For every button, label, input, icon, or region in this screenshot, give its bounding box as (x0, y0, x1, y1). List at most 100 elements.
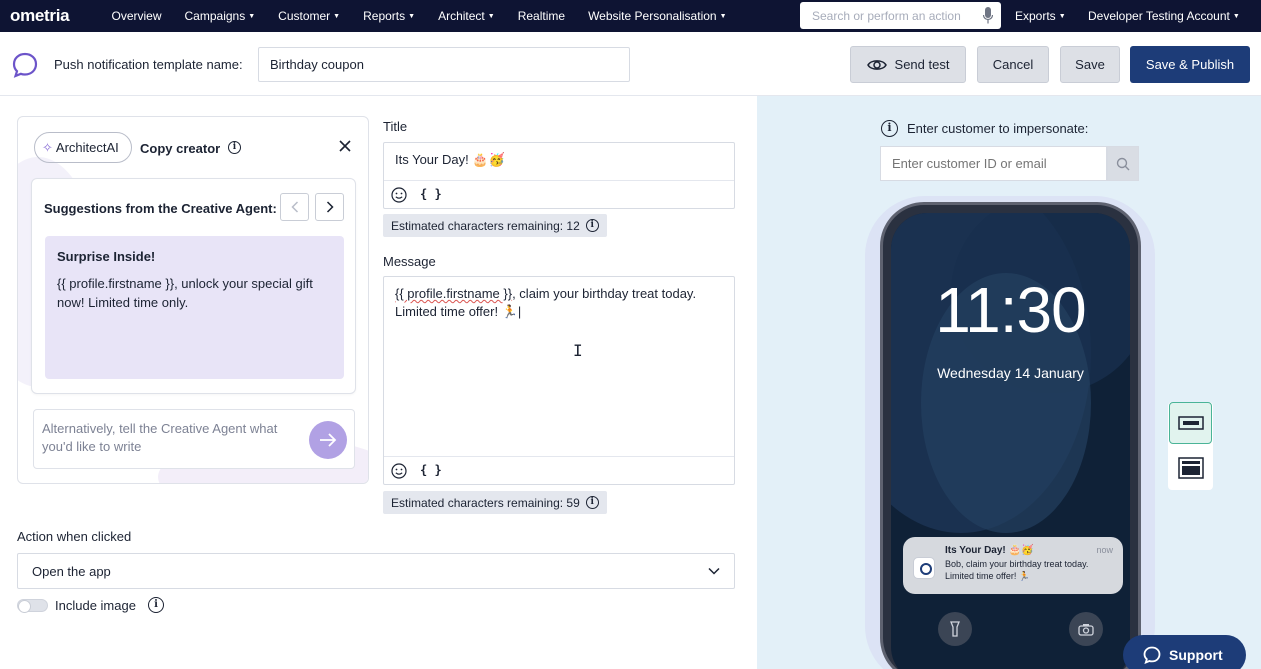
include-image-toggle[interactable] (17, 599, 48, 613)
message-field[interactable]: {{ profile.firstname }}, claim your birt… (383, 276, 735, 485)
suggestions-heading: Suggestions from the Creative Agent: (44, 201, 277, 216)
nav-menu: Overview Campaigns ▼ Customer ▼ Reports ▼ A… (100, 0, 738, 32)
lock-screen-time: 11:30 (935, 274, 1086, 346)
nav-item-architect[interactable]: Architect ▼ (427, 9, 507, 23)
camera-icon (1069, 612, 1103, 646)
send-prompt-button[interactable] (309, 421, 347, 459)
message-text-line2: Limited time offer! 🏃 (395, 304, 518, 319)
impersonate-customer-input[interactable] (880, 146, 1107, 181)
save-publish-button[interactable]: Save & Publish (1130, 46, 1250, 83)
architect-ai-pill: ✧ ArchitectAI (34, 132, 132, 163)
text-caret: | (517, 304, 522, 319)
collapsed-notification-icon (1177, 416, 1204, 430)
chevron-left-icon (290, 201, 298, 213)
message-label: Message (383, 254, 436, 269)
creative-agent-prompt-input[interactable]: Alternatively, tell the Creative Agent w… (33, 409, 355, 469)
action-when-clicked-label: Action when clicked (17, 529, 132, 544)
info-icon[interactable]: i (585, 219, 599, 232)
ometria-logo[interactable]: ometria (10, 6, 70, 26)
sparkle-icon: ✧ (42, 139, 53, 155)
copy-creator-panel: ✧ ArchitectAI Copy creator i Suggestions… (17, 116, 369, 484)
caret-down-icon: ▼ (408, 13, 416, 20)
nav-search-input[interactable]: Search or perform an action (800, 2, 1001, 29)
expanded-layout-button[interactable] (1169, 447, 1212, 489)
chevron-down-icon (708, 567, 720, 575)
copy-creator-title: Copy creator (140, 141, 221, 156)
notification-time: now (1096, 545, 1113, 555)
notification-body: Bob, claim your birthday treat today. Li… (945, 559, 1089, 581)
eye-icon (866, 59, 887, 70)
collapsed-layout-button[interactable] (1169, 402, 1212, 444)
app-icon (913, 557, 935, 579)
lock-screen: 11:30 Wednesday 14 January Its Your Day!… (891, 213, 1130, 669)
nav-item-customer[interactable]: Customer ▼ (267, 9, 352, 23)
title-value: Its Your Day! 🎂🥳 (395, 152, 505, 167)
info-icon[interactable]: i (881, 120, 898, 137)
caret-down-icon: ▼ (487, 13, 495, 20)
info-icon[interactable]: i (228, 141, 241, 154)
info-icon[interactable]: i (585, 496, 599, 509)
nav-item-campaigns[interactable]: Campaigns ▼ (173, 9, 267, 23)
suggestion-body: {{ profile.firstname }}, unlock your spe… (57, 276, 313, 310)
impersonate-label: i Enter customer to impersonate: (881, 120, 1088, 137)
message-value: {{ profile.firstname }}, claim your birt… (395, 285, 725, 321)
save-button[interactable]: Save (1060, 46, 1120, 83)
preview-panel: i Enter customer to impersonate: 11:30 W… (757, 96, 1261, 669)
caret-down-icon: ▼ (1232, 12, 1240, 20)
previous-suggestion-button[interactable] (280, 193, 309, 221)
text-cursor-icon: I (573, 341, 583, 360)
chevron-right-icon (326, 201, 334, 213)
arrow-right-icon (320, 433, 337, 447)
caret-down-icon: ▼ (719, 13, 727, 20)
emoji-icon[interactable] (391, 463, 407, 479)
nav-item-website-personalisation[interactable]: Website Personalisation ▼ (577, 9, 738, 23)
send-test-button[interactable]: Send test (850, 46, 966, 83)
impersonate-search-button[interactable] (1107, 146, 1139, 181)
expanded-notification-icon (1177, 457, 1204, 479)
emoji-icon[interactable] (391, 187, 407, 203)
title-field[interactable]: Its Your Day! 🎂🥳 { } (383, 142, 735, 209)
search-placeholder: Search or perform an action (812, 8, 961, 23)
message-toolbar: { } (384, 456, 734, 485)
prompt-placeholder: Alternatively, tell the Creative Agent w… (42, 421, 278, 454)
push-notification-icon (12, 52, 38, 78)
chat-bubble-icon (1143, 646, 1161, 664)
caret-down-icon: ▼ (248, 13, 256, 20)
nav-item-realtime[interactable]: Realtime (506, 9, 576, 23)
lock-screen-date: Wednesday 14 January (937, 365, 1084, 381)
notification-preview: Its Your Day! 🎂🥳 now Bob, claim your bir… (903, 537, 1123, 594)
action-selected-value: Open the app (32, 564, 111, 579)
close-icon[interactable] (338, 139, 352, 153)
suggestion-item[interactable]: Surprise Inside! {{ profile.firstname }}… (45, 236, 344, 379)
caret-down-icon: ▼ (1058, 12, 1066, 20)
next-suggestion-button[interactable] (315, 193, 344, 221)
action-when-clicked-select[interactable]: Open the app (17, 553, 735, 589)
cancel-button[interactable]: Cancel (977, 46, 1049, 83)
message-token: {{ profile.firstname }} (395, 286, 513, 301)
preview-layout-switcher (1168, 402, 1213, 490)
caret-down-icon: ▼ (333, 13, 341, 20)
flashlight-icon (938, 612, 972, 646)
nav-item-reports[interactable]: Reports ▼ (352, 9, 427, 23)
personalisation-token-icon[interactable]: { } (420, 463, 442, 477)
message-characters-remaining: Estimated characters remaining: 59 i (383, 491, 607, 514)
top-nav: ometria Overview Campaigns ▼ Customer ▼ Re… (0, 0, 1261, 32)
template-name-label: Push notification template name: (54, 57, 243, 72)
title-characters-remaining: Estimated characters remaining: 12 i (383, 214, 607, 237)
notification-title: Its Your Day! 🎂🥳 (945, 545, 1034, 556)
title-label: Title (383, 119, 408, 134)
template-header: Push notification template name: Send te… (0, 32, 1261, 96)
template-name-input[interactable] (258, 47, 630, 82)
include-image-label: Include image (55, 598, 136, 613)
search-icon (1116, 157, 1130, 170)
phone-mockup: 11:30 Wednesday 14 January Its Your Day!… (880, 202, 1141, 669)
personalisation-token-icon[interactable]: { } (420, 187, 442, 201)
info-icon[interactable]: i (148, 597, 164, 613)
support-button[interactable]: Support (1123, 635, 1246, 669)
nav-account[interactable]: Developer Testing Account ▼ (1088, 0, 1240, 32)
microphone-icon[interactable] (983, 7, 993, 24)
nav-exports[interactable]: Exports ▼ (1015, 0, 1066, 32)
title-toolbar: { } (384, 180, 734, 209)
message-text: , claim your birthday treat today. (512, 286, 697, 301)
nav-item-overview[interactable]: Overview (100, 9, 173, 23)
